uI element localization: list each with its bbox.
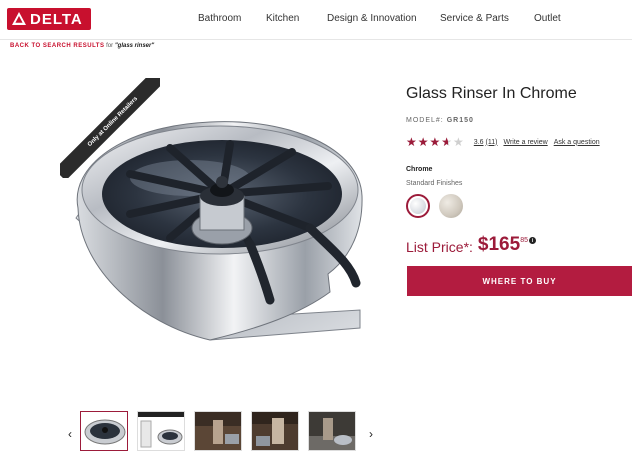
stars-filled-icon: ★★★★★ <box>406 136 449 148</box>
price-dollars: $165 <box>477 234 521 255</box>
thumbnail-strip: ‹ › <box>64 407 384 455</box>
thumbnail-3[interactable] <box>194 411 242 451</box>
thumbnail-4[interactable] <box>251 411 299 451</box>
swatch-nickel[interactable] <box>439 194 463 218</box>
chevron-left-icon[interactable]: ‹ <box>68 427 72 441</box>
nav-item-kitchen[interactable]: Kitchen <box>266 13 299 24</box>
nav-item-design-innovation[interactable]: Design & Innovation <box>327 13 417 24</box>
selected-finish: Chrome <box>406 166 433 173</box>
site-header: DELTA Bathroom Kitchen Design & Innovati… <box>0 0 632 40</box>
ribbon-badge: Only at Online Retailers <box>60 78 160 178</box>
model-number: MODEL#: GR150 <box>406 117 474 124</box>
ask-question-link[interactable]: Ask a question <box>554 139 600 146</box>
model-value: GR150 <box>446 117 474 124</box>
thumbnail-5[interactable] <box>308 411 356 451</box>
back-to-results-link[interactable]: BACK TO SEARCH RESULTS <box>10 43 104 49</box>
thumbnail-2[interactable] <box>137 411 185 451</box>
price-colon: : <box>469 239 473 255</box>
price-label: List Price <box>406 239 464 255</box>
swatch-chrome[interactable] <box>406 194 430 218</box>
info-icon[interactable]: i <box>529 237 536 244</box>
thumbnail-1[interactable] <box>80 411 128 451</box>
breadcrumb-for: for <box>106 43 114 49</box>
main-nav: Bathroom Kitchen Design & Innovation Ser… <box>0 13 632 29</box>
nav-item-service-parts[interactable]: Service & Parts <box>440 13 509 24</box>
finish-group-label: Standard Finishes <box>406 180 463 187</box>
search-query: "glass rinser" <box>114 43 155 49</box>
chevron-right-icon[interactable]: › <box>369 427 373 441</box>
rating-value[interactable]: 3.6 <box>474 139 484 146</box>
ribbon-text: Only at Online Retailers <box>86 95 140 149</box>
nav-item-bathroom[interactable]: Bathroom <box>198 13 241 24</box>
where-to-buy-button[interactable]: WHERE TO BUY <box>407 266 632 296</box>
nav-item-outlet[interactable]: Outlet <box>534 13 561 24</box>
model-label: MODEL#: <box>406 117 444 124</box>
review-count[interactable]: (11) <box>486 139 498 146</box>
price-cents: 85 <box>520 237 528 244</box>
star-rating[interactable]: ★★★★★ ★★★★★ <box>406 136 465 148</box>
price: List Price * : $165 85 i <box>406 234 536 256</box>
write-review-link[interactable]: Write a review <box>503 139 547 146</box>
rating-row: ★★★★★ ★★★★★ 3.6 (11) Write a review Ask … <box>406 135 600 149</box>
product-title: Glass Rinser In Chrome <box>406 85 577 102</box>
breadcrumb: BACK TO SEARCH RESULTS for "glass rinser… <box>10 43 154 49</box>
